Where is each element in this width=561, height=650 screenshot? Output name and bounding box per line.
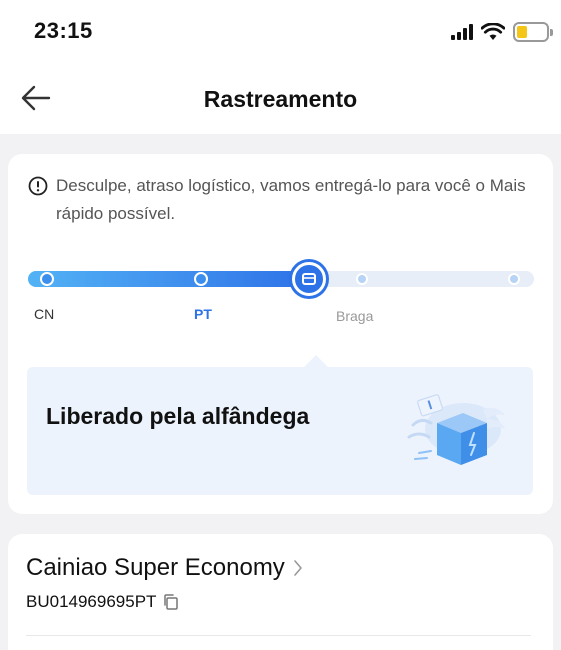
shipment-card: Cainiao Super Economy BU014969695PT	[8, 534, 553, 650]
progress-label-braga: Braga	[336, 308, 374, 324]
battery-icon	[513, 22, 553, 42]
cellular-signal-icon	[451, 24, 473, 40]
tracking-number-row: BU014969695PT	[26, 592, 180, 612]
package-icon	[302, 273, 316, 285]
package-box-icon	[407, 394, 505, 465]
progress-dot-final	[508, 273, 520, 285]
progress-label-cn: CN	[34, 306, 55, 322]
copy-icon	[164, 594, 179, 610]
status-bar-time: 23:15	[34, 18, 93, 43]
wifi-icon	[481, 23, 505, 40]
chevron-right-icon	[294, 560, 302, 576]
progress-current-marker	[292, 262, 326, 296]
carrier-name: Cainiao Super Economy	[26, 554, 285, 581]
tracking-number: BU014969695PT	[26, 592, 157, 611]
progress-dot-braga	[356, 273, 368, 285]
alert-circle-icon	[28, 176, 48, 196]
progress-label-pt: PT	[194, 306, 212, 322]
page-title: Rastreamento	[203, 86, 358, 112]
delay-notice-text: Desculpe, atraso logístico, vamos entreg…	[56, 176, 526, 223]
current-status-box: Liberado pela alfândega	[27, 355, 533, 495]
tracking-card: Desculpe, atraso logístico, vamos entreg…	[8, 154, 553, 514]
copy-button[interactable]	[162, 593, 180, 611]
divider	[26, 635, 531, 636]
progress-track-fill	[28, 271, 310, 287]
status-bar-icons	[451, 22, 553, 42]
progress-track: CN PT Braga	[28, 262, 534, 324]
progress-dot-pt	[194, 272, 208, 286]
delay-notice: Desculpe, atraso logístico, vamos entreg…	[28, 172, 543, 228]
carrier-link[interactable]: Cainiao Super Economy	[26, 554, 303, 582]
current-status-text: Liberado pela alfândega	[46, 403, 310, 429]
top-area: 23:15 Rastreamento	[0, 0, 561, 134]
progress-dot-cn	[40, 272, 54, 286]
